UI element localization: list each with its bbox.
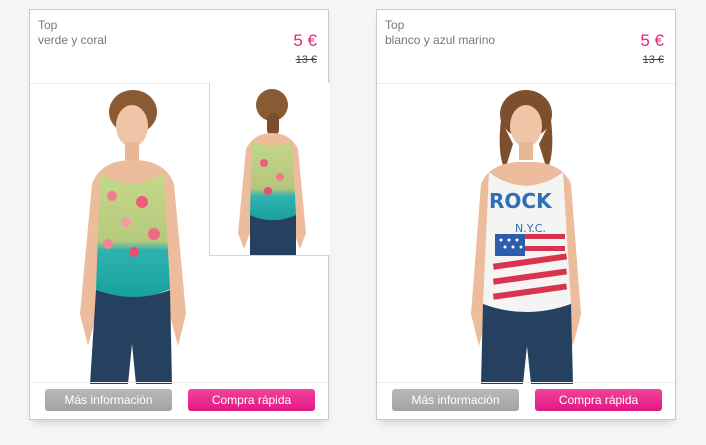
product-card[interactable]: Top blanco y azul marino 5 € 13 € ROCK N…: [376, 9, 676, 420]
product-card[interactable]: Top verde y coral 5 € 13 € Más informaci…: [29, 9, 330, 420]
product-actions: Más información Compra rápida: [30, 382, 328, 419]
product-color-name: verde y coral: [38, 33, 107, 47]
svg-text:N.Y.C.: N.Y.C.: [515, 222, 546, 235]
quick-buy-button[interactable]: Compra rápida: [535, 389, 662, 411]
product-back-image: [238, 89, 306, 255]
product-header: Top blanco y azul marino 5 € 13 €: [377, 10, 675, 84]
product-old-price: 13 €: [295, 54, 317, 66]
product-back-thumbnail[interactable]: [209, 83, 330, 256]
product-header: Top verde y coral 5 € 13 €: [30, 10, 328, 84]
quick-buy-button[interactable]: Compra rápida: [188, 389, 315, 411]
product-old-price: 13 €: [642, 54, 664, 66]
more-info-button[interactable]: Más información: [45, 389, 172, 411]
product-category: Top: [385, 18, 405, 32]
more-info-button[interactable]: Más información: [392, 389, 519, 411]
product-main-image[interactable]: [30, 84, 209, 384]
product-category: Top: [38, 18, 58, 32]
product-price: 5 €: [640, 31, 664, 50]
product-actions: Más información Compra rápida: [377, 382, 675, 419]
product-main-image[interactable]: ROCK N.Y.C.: [377, 84, 675, 384]
svg-text:ROCK: ROCK: [489, 189, 553, 213]
product-color-name: blanco y azul marino: [385, 33, 496, 47]
product-price: 5 €: [293, 31, 317, 50]
